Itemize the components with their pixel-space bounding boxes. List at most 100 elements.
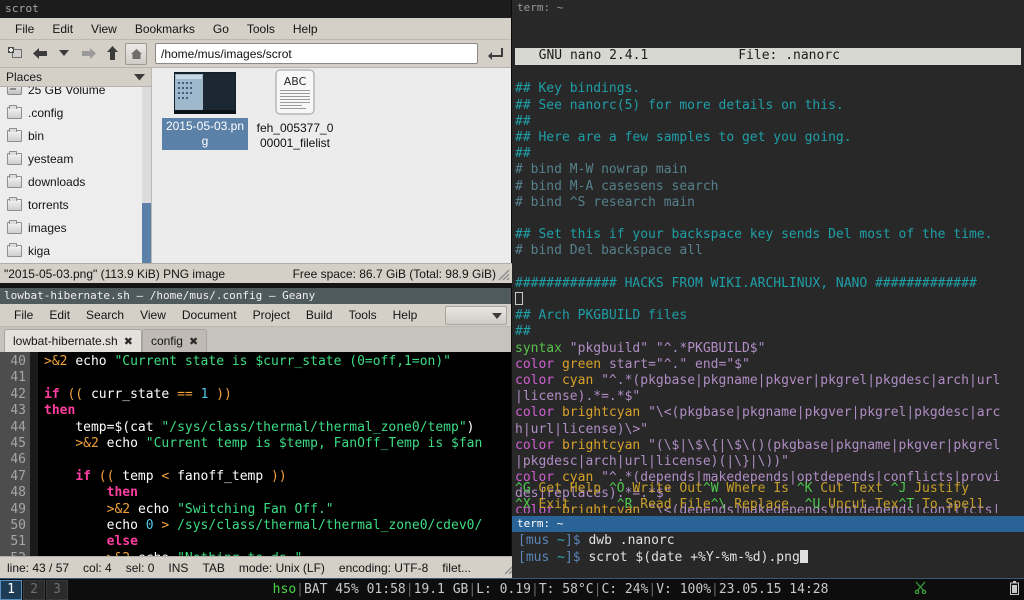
line-number: 51: [10, 534, 26, 550]
shortcut-key[interactable]: ^J: [891, 481, 907, 496]
nano-line: # bind Del backspace all: [515, 243, 703, 259]
history-dropdown-icon[interactable]: [53, 43, 75, 65]
line-number: 46: [10, 452, 26, 468]
menu-go[interactable]: Go: [204, 20, 238, 38]
nano-line: ## Set this if your backspace key sends …: [515, 227, 993, 243]
tab-label: config: [150, 334, 183, 348]
place-item-images[interactable]: images: [0, 216, 151, 239]
workspace-2[interactable]: 2: [23, 579, 45, 600]
shortcut-key[interactable]: ^R: [617, 497, 633, 512]
shortcut-key[interactable]: ^W: [703, 481, 719, 496]
place-item-config[interactable]: .config: [0, 101, 151, 124]
geany-menu-file[interactable]: File: [6, 306, 41, 324]
menu-tools[interactable]: Tools: [238, 20, 284, 38]
free-space-info: Free space: 86.7 GiB (Total: 98.9 GiB): [292, 266, 496, 281]
geany-menu-help[interactable]: Help: [385, 306, 426, 324]
place-item-downloads[interactable]: downloads: [0, 170, 151, 193]
place-item-torrents[interactable]: torrents: [0, 193, 151, 216]
desktop-root: scrot File Edit View Bookmarks Go Tools …: [0, 0, 1024, 600]
workspace-3[interactable]: 3: [46, 579, 68, 600]
geany-title-text: lowbat-hibernate.sh – /home/mus/.config …: [4, 289, 316, 302]
geany-toolbar-combo[interactable]: [445, 305, 507, 325]
line-number: 41: [10, 370, 26, 386]
places-header[interactable]: Places: [0, 68, 151, 87]
place-item-yesteam[interactable]: yesteam: [0, 147, 151, 170]
system-tray: [828, 566, 1019, 600]
scissors-icon[interactable]: [835, 566, 926, 600]
places-scrollbar-thumb[interactable]: [142, 203, 151, 263]
menu-bookmarks[interactable]: Bookmarks: [126, 20, 204, 38]
line-number: 50: [10, 518, 26, 534]
geany-menu-build[interactable]: Build: [298, 306, 341, 324]
geany-tabbar: lowbat-hibernate.sh ✖ config ✖: [0, 327, 511, 352]
nano-editor-body[interactable]: GNU nano 2.4.1 File: .nanorc ## Key bindin…: [515, 16, 1021, 513]
prompt-close: ]$: [564, 549, 581, 565]
shortcut-key[interactable]: ^G: [515, 481, 531, 496]
places-sidebar: Places 25 GB Volume .config bin yesteam …: [0, 68, 152, 263]
geany-menu-tools[interactable]: Tools: [341, 306, 385, 324]
file-list-area[interactable]: 2015-05-03.png ABC feh_005377_000001_fil…: [152, 68, 511, 263]
menu-help[interactable]: Help: [284, 20, 327, 38]
editor-code-area[interactable]: >&2 echo "Current state is $curr_state (…: [38, 352, 511, 556]
image-thumbnail: [174, 72, 236, 114]
chevron-down-icon[interactable]: [134, 70, 145, 84]
geany-menu-edit[interactable]: Edit: [41, 306, 78, 324]
status-line: line: 43 / 57: [7, 560, 70, 575]
selection-info: "2015-05-03.png" (113.9 KiB) PNG image: [4, 266, 226, 281]
file-item-filelist[interactable]: ABC feh_005377_000001_filelist: [252, 68, 338, 152]
nano-window-titlebar: term: ~: [512, 0, 1024, 16]
resize-grip-icon[interactable]: [497, 268, 510, 281]
tab-lowbat-hibernate[interactable]: lowbat-hibernate.sh ✖: [4, 329, 142, 352]
shortcut-key[interactable]: ^\: [711, 497, 727, 512]
close-icon[interactable]: ✖: [189, 335, 198, 348]
line-number: 48: [10, 485, 26, 501]
file-item-png[interactable]: 2015-05-03.png: [162, 72, 248, 150]
line-number: 43: [10, 403, 26, 419]
geany-menu-project[interactable]: Project: [245, 306, 298, 324]
place-label: downloads: [28, 174, 86, 189]
terminal-cursor: [799, 549, 808, 563]
nano-line: ##: [515, 146, 531, 162]
home-icon[interactable]: [125, 42, 147, 65]
places-list[interactable]: 25 GB Volume .config bin yesteam downloa…: [0, 87, 151, 263]
places-scrollbar[interactable]: [142, 87, 151, 263]
shortcut-key[interactable]: ^U: [805, 497, 821, 512]
folder-icon: [7, 219, 22, 234]
shortcut-key[interactable]: ^T: [899, 497, 915, 512]
svg-text:ABC: ABC: [284, 75, 307, 88]
workspace-1[interactable]: 1: [0, 579, 22, 600]
prompt-user: mus: [525, 533, 550, 548]
menu-view[interactable]: View: [82, 20, 126, 38]
close-icon[interactable]: ✖: [124, 335, 133, 348]
up-icon[interactable]: [101, 43, 123, 65]
go-icon[interactable]: [484, 43, 506, 65]
shortcut-key[interactable]: ^X: [515, 497, 531, 512]
geany-window: lowbat-hibernate.sh – /home/mus/.config …: [0, 288, 516, 578]
place-item-kiga[interactable]: kiga: [0, 239, 151, 262]
new-tab-icon[interactable]: [5, 43, 27, 65]
place-item-bin[interactable]: bin: [0, 124, 151, 147]
nano-terminal-window[interactable]: term: ~ GNU nano 2.4.1 File: .nanorc ## Ke…: [512, 0, 1024, 516]
nano-line: # bind M-W nowrap main: [515, 162, 688, 178]
geany-menu-search[interactable]: Search: [78, 306, 132, 324]
battery-icon[interactable]: [932, 566, 1019, 600]
nano-line: ##: [515, 113, 531, 129]
geany-menu-document[interactable]: Document: [174, 306, 245, 324]
nano-line: ############# HACKS FROM WIKI.ARCHLINUX,…: [515, 275, 977, 291]
geany-menu-view[interactable]: View: [132, 306, 174, 324]
datetime-info: 23.05.15 14:28: [718, 582, 829, 597]
file-manager-menubar: File Edit View Bookmarks Go Tools Help: [0, 18, 511, 40]
menu-edit[interactable]: Edit: [43, 20, 82, 38]
geany-editor[interactable]: 40 41 42 43 44 45 46 47 48 49 50 51 52 5…: [0, 352, 511, 556]
tab-config[interactable]: config ✖: [141, 329, 208, 352]
nano-header: GNU nano 2.4.1 File: .nanorc: [515, 48, 1021, 66]
place-label: bin: [28, 128, 45, 143]
place-item-volume[interactable]: 25 GB Volume: [0, 87, 151, 101]
shortcut-key[interactable]: ^O: [609, 481, 625, 496]
shortcut-key[interactable]: ^K: [797, 481, 813, 496]
menu-file[interactable]: File: [6, 20, 43, 38]
nano-line: # bind ^S research main: [515, 194, 696, 210]
back-icon[interactable]: [29, 43, 51, 65]
path-input[interactable]: /home/mus/images/scrot: [155, 43, 478, 64]
shortcut-label: Justify: [914, 480, 970, 496]
